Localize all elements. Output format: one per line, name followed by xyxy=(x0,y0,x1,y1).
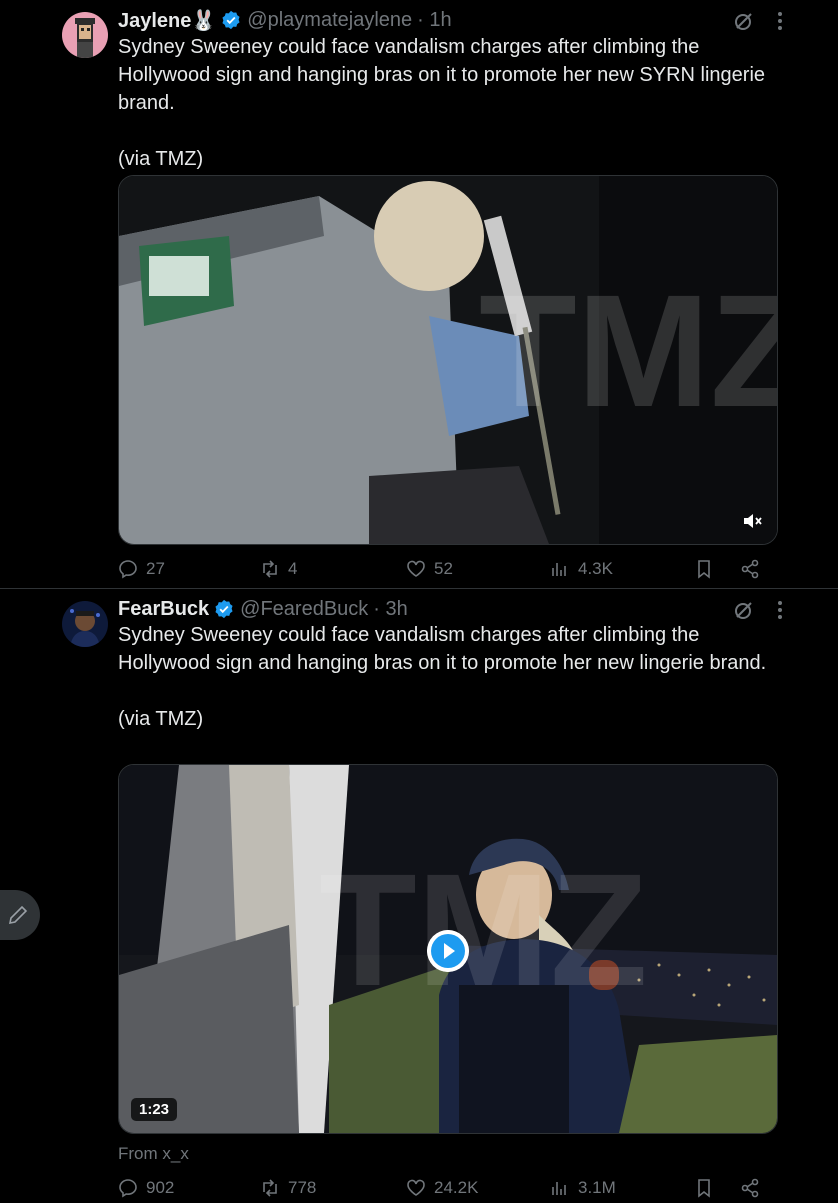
display-name[interactable]: FearBuck xyxy=(118,598,209,621)
tweet-body: Sydney Sweeney could face vandalism char… xyxy=(118,624,767,674)
user-handle[interactable]: @playmatejaylene xyxy=(247,9,412,32)
bookmark-button[interactable] xyxy=(694,554,722,584)
reply-icon xyxy=(119,1179,137,1198)
repost-count: 778 xyxy=(288,1178,317,1197)
more-icon[interactable] xyxy=(777,599,783,621)
like-icon xyxy=(407,1179,425,1196)
like-count: 52 xyxy=(434,559,453,578)
repost-count: 4 xyxy=(288,559,298,578)
like-count: 24.2K xyxy=(434,1178,479,1197)
watermark: TMZ xyxy=(319,840,648,1019)
volume-mute-icon[interactable] xyxy=(741,510,763,532)
reply-count: 27 xyxy=(146,559,165,578)
more-icon[interactable] xyxy=(777,10,783,32)
verified-badge-icon xyxy=(215,599,233,619)
tweet-header: FearBuck @FearedBuck · 3h xyxy=(118,596,408,622)
verified-badge-icon xyxy=(222,10,240,30)
video-player[interactable]: TMZ xyxy=(118,175,778,545)
reply-icon xyxy=(119,560,137,579)
tweet-header: Jaylene🐰 @playmatejaylene · 1h xyxy=(118,7,452,33)
share-button[interactable] xyxy=(740,554,768,584)
tweet-text: Sydney Sweeney could face vandalism char… xyxy=(118,621,778,733)
views-button[interactable]: 3.1M xyxy=(550,1173,616,1203)
from-attribution[interactable]: From x_x xyxy=(118,1144,189,1164)
tweet-source-note: (via TMZ) xyxy=(118,708,204,730)
action-bar: 902 778 24.2K 3.1M xyxy=(118,1173,778,1203)
reply-count: 902 xyxy=(146,1178,175,1197)
bookmark-button[interactable] xyxy=(694,1173,722,1203)
video-player[interactable]: TMZ 1:23 xyxy=(118,764,778,1134)
views-button[interactable]: 4.3K xyxy=(550,554,613,584)
share-icon xyxy=(741,559,759,579)
display-name[interactable]: Jaylene🐰 xyxy=(118,8,216,33)
action-bar: 27 4 52 4.3K xyxy=(118,554,778,584)
view-count: 3.1M xyxy=(578,1178,616,1197)
reply-button[interactable]: 27 xyxy=(118,554,165,584)
share-button[interactable] xyxy=(740,1173,768,1203)
views-icon xyxy=(552,1182,566,1195)
like-button[interactable]: 24.2K xyxy=(406,1173,478,1203)
like-icon xyxy=(407,560,425,577)
tweet-text: Sydney Sweeney could face vandalism char… xyxy=(118,33,778,173)
bookmark-icon xyxy=(698,560,710,579)
timestamp[interactable]: · 3h xyxy=(373,598,407,621)
views-icon xyxy=(552,563,566,576)
tweet-source-note: (via TMZ) xyxy=(118,148,204,170)
video-frame: TMZ xyxy=(119,176,777,544)
avatar[interactable] xyxy=(62,601,108,647)
play-icon[interactable] xyxy=(427,930,469,972)
video-duration: 1:23 xyxy=(131,1098,178,1121)
repost-button[interactable]: 778 xyxy=(260,1173,316,1203)
user-handle[interactable]: @FearedBuck xyxy=(240,598,368,621)
view-count: 4.3K xyxy=(578,559,613,578)
grok-icon[interactable] xyxy=(733,10,755,32)
watermark: TMZ xyxy=(479,261,777,440)
repost-icon xyxy=(263,560,277,578)
grok-icon[interactable] xyxy=(733,599,755,621)
share-icon xyxy=(741,1178,759,1198)
avatar[interactable] xyxy=(62,12,108,58)
bookmark-icon xyxy=(698,1179,710,1198)
compose-button[interactable] xyxy=(0,890,40,940)
repost-icon xyxy=(263,1179,277,1197)
like-button[interactable]: 52 xyxy=(406,554,453,584)
compose-icon xyxy=(8,905,28,925)
tweet-divider xyxy=(0,588,838,589)
timestamp[interactable]: · 1h xyxy=(417,9,451,32)
tweet-body: Sydney Sweeney could face vandalism char… xyxy=(118,36,766,114)
repost-button[interactable]: 4 xyxy=(260,554,297,584)
reply-button[interactable]: 902 xyxy=(118,1173,174,1203)
